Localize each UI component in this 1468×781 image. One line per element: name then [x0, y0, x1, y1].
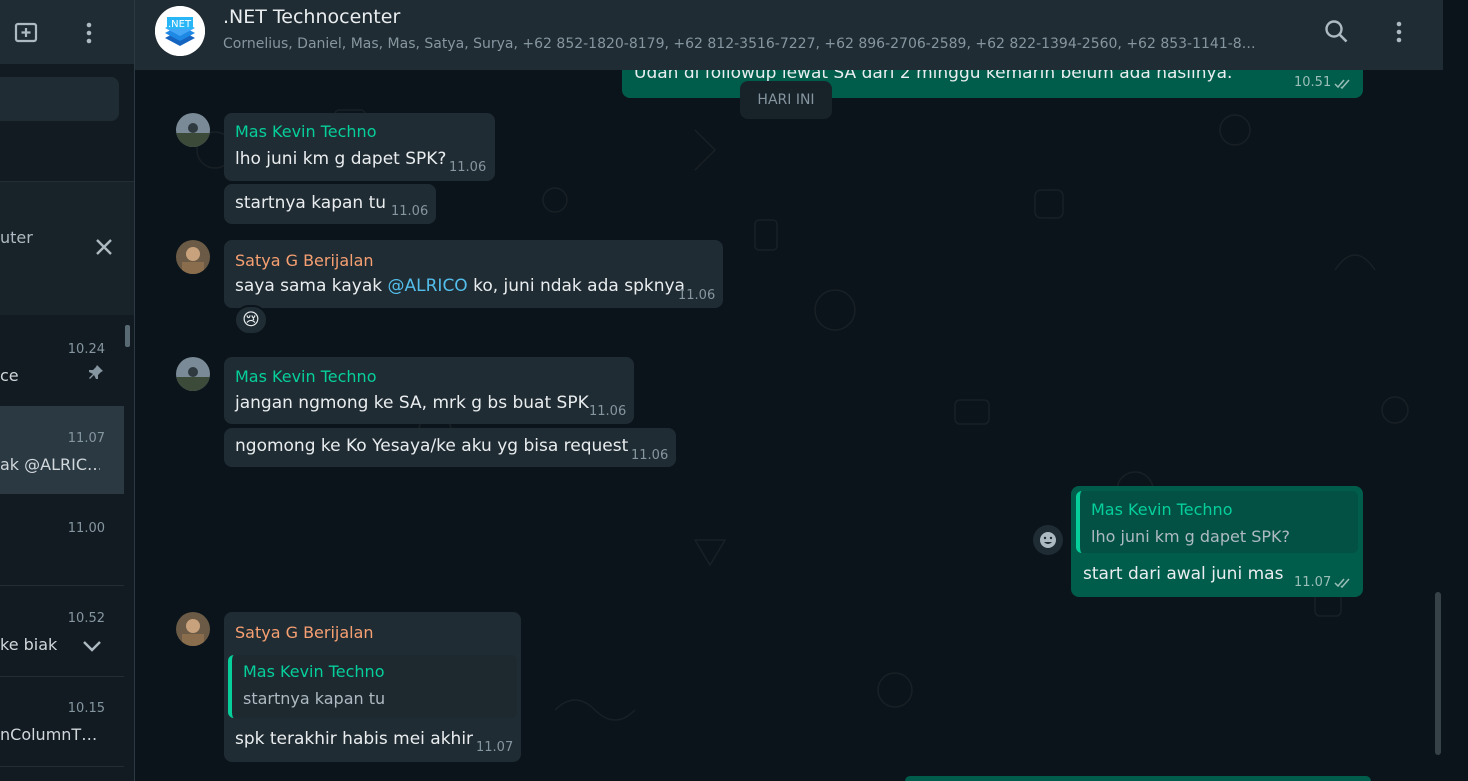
message-text: saya sama kayak @ALRICO ko, juni ndak ad… [235, 276, 685, 296]
message-bubble-outgoing[interactable]: Mas Kevin Techno lho juni km g dapet SPK… [1071, 486, 1363, 597]
avatar-photo-icon [176, 240, 210, 274]
avatar-photo-icon [176, 612, 210, 646]
chat-scrollbar[interactable] [1435, 592, 1441, 755]
message-time: 10.51 [1294, 75, 1332, 90]
quoted-sender: Mas Kevin Techno [1091, 500, 1233, 519]
message-bubble-incoming[interactable]: ngomong ke Ko Yesaya/ke aku yg bisa requ… [224, 428, 676, 467]
message-bubble-incoming[interactable]: Mas Kevin Techno lho juni km g dapet SPK… [224, 113, 495, 181]
quoted-text: lho juni km g dapet SPK? [1091, 527, 1291, 546]
read-receipt-icon [1334, 79, 1350, 90]
chat-time: 10.24 [67, 342, 105, 357]
sidebar-header [0, 0, 134, 64]
chat-time: 10.52 [67, 611, 105, 626]
menu-dots-icon[interactable] [76, 20, 102, 46]
avatar-photo-icon [176, 113, 210, 147]
message-text: spk terakhir habis mei akhir [235, 729, 474, 749]
message-bubble-incoming[interactable]: startnya kapan tu 11.06 [224, 184, 436, 224]
chat-header[interactable]: .NET .NET Technocenter Cornelius, Daniel… [135, 0, 1443, 70]
chat-list-sidebar: uter 10.24 ce 11.07 ak @ALRIC… 11.00 10.… [0, 0, 135, 781]
avatar[interactable] [176, 612, 210, 646]
menu-dots-icon[interactable] [1385, 18, 1413, 46]
search-input[interactable] [0, 77, 119, 121]
react-emoji-button[interactable] [1033, 525, 1063, 555]
sidebar-scrollbar[interactable] [125, 325, 130, 347]
chat-time: 11.00 [67, 521, 105, 536]
day-divider: HARI INI [740, 81, 832, 119]
chat-list-item-active[interactable]: 11.07 ak @ALRIC… [0, 406, 124, 494]
message-bubble-incoming[interactable]: Satya G Berijalan saya sama kayak @ALRIC… [224, 240, 723, 308]
message-time: 11.07 [476, 740, 514, 755]
sender-name[interactable]: Satya G Berijalan [235, 623, 374, 642]
quoted-text: startnya kapan tu [243, 689, 386, 708]
close-icon[interactable] [92, 235, 116, 259]
chat-list-item[interactable]: 10.52 ke biak [0, 586, 124, 674]
group-avatar-label: .NET [168, 19, 192, 30]
quoted-message[interactable]: Mas Kevin Techno startnya kapan tu [228, 655, 517, 718]
message-time: 11.06 [678, 288, 716, 303]
message-time: 11.06 [391, 204, 429, 219]
chat-preview: ce [0, 366, 19, 385]
new-chat-icon[interactable] [13, 20, 39, 46]
window-edge [1443, 0, 1468, 781]
message-time: 11.06 [589, 404, 627, 419]
avatar[interactable] [176, 113, 210, 147]
message-text: jangan ngmong ke SA, mrk g bs buat SPK [235, 393, 589, 413]
chat-preview: ak @ALRIC… [0, 455, 100, 474]
group-avatar[interactable]: .NET [155, 6, 205, 56]
chevron-down-icon[interactable] [81, 637, 103, 655]
divider [0, 766, 124, 767]
message-bubble-incoming[interactable]: Mas Kevin Techno jangan ngmong ke SA, mr… [224, 357, 634, 424]
chat-title[interactable]: .NET Technocenter [223, 6, 400, 28]
pin-icon [89, 365, 103, 379]
quoted-sender: Mas Kevin Techno [243, 662, 385, 681]
group-members[interactable]: Cornelius, Daniel, Mas, Mas, Satya, Sury… [223, 36, 1293, 52]
read-receipt-icon [1334, 578, 1350, 589]
smiley-icon [1040, 532, 1056, 548]
message-text-part: ko, juni ndak ada spknya [467, 276, 685, 296]
avatar[interactable] [176, 240, 210, 274]
avatar-photo-icon [176, 357, 210, 391]
chat-list-item[interactable]: 10.24 ce [0, 318, 124, 406]
chat-preview: nColumnT… [0, 725, 98, 744]
sender-name[interactable]: Satya G Berijalan [235, 251, 374, 270]
mention-link[interactable]: @ALRICO [388, 276, 468, 296]
message-time: 11.07 [1294, 575, 1332, 590]
message-text: ngomong ke Ko Yesaya/ke aku yg bisa requ… [235, 436, 629, 456]
message-time: 11.06 [631, 448, 669, 463]
quoted-message[interactable]: Mas Kevin Techno lho juni km g dapet SPK… [1076, 491, 1358, 553]
sender-name[interactable]: Mas Kevin Techno [235, 122, 376, 141]
message-time: 11.06 [449, 160, 487, 175]
chat-list-item[interactable]: 10.15 nColumnT… [0, 677, 124, 765]
search-icon[interactable] [1323, 18, 1351, 46]
sender-name[interactable]: Mas Kevin Techno [235, 367, 376, 386]
dotnet-logo-icon [155, 6, 205, 56]
reaction-badge[interactable]: 😢 [234, 305, 268, 335]
message-text-part: saya sama kayak [235, 276, 388, 296]
message-text: startnya kapan tu [235, 193, 387, 213]
chat-time: 10.15 [67, 701, 105, 716]
chat-list-item[interactable]: 11.00 [0, 496, 124, 584]
banner-text: uter [0, 228, 33, 247]
chat-time: 11.07 [67, 431, 105, 446]
message-text: start dari awal juni mas [1083, 564, 1284, 584]
message-bubble-outgoing[interactable] [905, 776, 1371, 781]
message-text: lho juni km g dapet SPK? [235, 149, 447, 169]
avatar[interactable] [176, 357, 210, 391]
message-bubble-incoming[interactable]: Satya G Berijalan Mas Kevin Techno start… [224, 612, 521, 762]
